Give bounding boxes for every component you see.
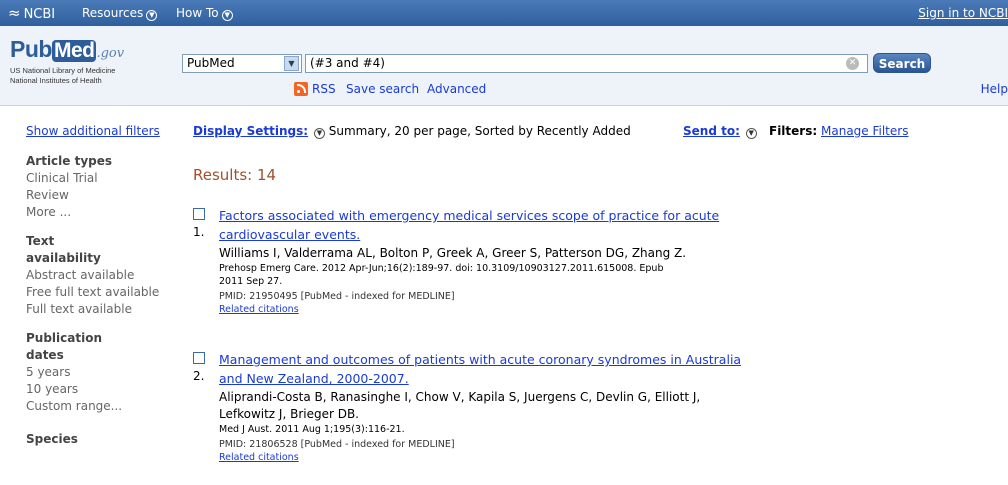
result-pmid: PMID: 21950495 [PubMed - indexed for MED… bbox=[219, 291, 455, 302]
ncbi-label: NCBI bbox=[23, 7, 56, 22]
filter-group-title: Article types bbox=[26, 154, 113, 168]
filter-option[interactable]: Clinical Trial bbox=[26, 170, 176, 187]
rss-icon[interactable] bbox=[294, 82, 308, 96]
filter-option[interactable]: 5 years bbox=[26, 364, 176, 381]
rss-link[interactable]: RSS bbox=[312, 82, 336, 96]
logo-med: Med bbox=[51, 39, 97, 62]
send-to-menu[interactable]: Send to: ▼ bbox=[683, 124, 757, 139]
pubmed-logo[interactable]: PubMed .gov US National Library of Medici… bbox=[10, 36, 124, 86]
filter-option[interactable]: Custom range... bbox=[26, 398, 176, 415]
ncbi-logo-icon: ≈ bbox=[8, 4, 21, 22]
advanced-link[interactable]: Advanced bbox=[427, 82, 486, 96]
result-body: Management and outcomes of patients with… bbox=[219, 350, 759, 464]
display-settings-link[interactable]: Display Settings: bbox=[193, 124, 308, 138]
result-title-line: Factors associated with emergency medica… bbox=[219, 208, 720, 223]
result-checkbox[interactable] bbox=[193, 352, 205, 364]
pubmed-header: PubMed .gov US National Library of Medici… bbox=[0, 26, 1008, 106]
filter-group-species: Species bbox=[26, 431, 176, 448]
chevron-down-icon[interactable]: ▼ bbox=[745, 128, 757, 139]
chevron-down-icon[interactable]: ▼ bbox=[313, 128, 325, 139]
show-additional-filters-link[interactable]: Show additional filters bbox=[26, 124, 176, 138]
filters-label: Filters: bbox=[769, 124, 818, 138]
filters-bar: Filters: Manage Filters bbox=[769, 124, 908, 138]
chevron-down-icon[interactable]: ▼ bbox=[284, 56, 299, 71]
result-title-link[interactable]: Factors associated with emergency medica… bbox=[219, 206, 759, 244]
logo-pub: Pub bbox=[10, 36, 52, 62]
result-number: 1. bbox=[193, 225, 205, 239]
filter-option[interactable]: Free full text available bbox=[26, 284, 176, 301]
result-journal-line: Prehosp Emerg Care. 2012 Apr-Jun;16(2):1… bbox=[219, 263, 664, 274]
result-number: 2. bbox=[193, 369, 205, 383]
result-journal-line: 2011 Sep 27. bbox=[219, 276, 283, 287]
clear-icon[interactable]: ✕ bbox=[846, 57, 859, 70]
filter-group-title: Text availability bbox=[26, 234, 101, 265]
filter-option[interactable]: Abstract available bbox=[26, 267, 176, 284]
result-journal: Med J Aust. 2011 Aug 1;195(3):116-21. bbox=[219, 424, 405, 435]
filter-option[interactable]: Full text available bbox=[26, 301, 176, 318]
ncbi-top-bar: ≈ NCBI Resources ▼ How To ▼ Sign in to NCBI bbox=[0, 0, 1008, 26]
logo-subtitle-nlm: US National Library of Medicine bbox=[10, 66, 116, 75]
filter-group-publication-dates: Publication dates 5 years 10 years Custo… bbox=[26, 330, 176, 415]
logo-gov: .gov bbox=[96, 46, 125, 61]
result-title-line: Management and outcomes of patients with… bbox=[219, 352, 742, 367]
result-title-link[interactable]: Management and outcomes of patients with… bbox=[219, 350, 759, 388]
database-select[interactable]: PubMed ▼ bbox=[182, 54, 302, 73]
display-settings-value: Summary, 20 per page, Sorted by Recently… bbox=[328, 124, 631, 138]
sign-in-link[interactable]: Sign in to NCBI bbox=[918, 6, 1008, 20]
related-citations-link[interactable]: Related citations bbox=[219, 303, 759, 316]
filter-sidebar: Show additional filters Article types Cl… bbox=[26, 124, 176, 460]
result-authors: Williams I, Valderrama AL, Bolton P, Gre… bbox=[219, 246, 687, 260]
related-citations-link[interactable]: Related citations bbox=[219, 451, 759, 464]
manage-filters-link[interactable]: Manage Filters bbox=[821, 124, 908, 138]
result-title-line: cardiovascular events. bbox=[219, 227, 361, 242]
filter-group-text-availability: Text availability Abstract available Fre… bbox=[26, 233, 176, 318]
results-count: Results: 14 bbox=[193, 166, 277, 184]
filter-group-title: Publication dates bbox=[26, 331, 103, 362]
result-checkbox[interactable] bbox=[193, 208, 205, 220]
search-button[interactable]: Search bbox=[873, 53, 931, 73]
search-input[interactable]: (#3 and #4) bbox=[305, 54, 868, 73]
result-pmid: PMID: 21806528 [PubMed - indexed for MED… bbox=[219, 439, 455, 450]
ncbi-home-link[interactable]: ≈ NCBI bbox=[8, 4, 55, 22]
filter-option[interactable]: Review bbox=[26, 187, 176, 204]
display-settings-bar: Display Settings: ▼ Summary, 20 per page… bbox=[193, 124, 631, 139]
help-link[interactable]: Help bbox=[981, 82, 1008, 96]
filter-group-article-types: Article types Clinical Trial Review More… bbox=[26, 153, 176, 221]
filter-group-title: Species bbox=[26, 432, 78, 446]
send-to-label[interactable]: Send to: bbox=[683, 124, 740, 138]
result-body: Factors associated with emergency medica… bbox=[219, 206, 759, 316]
result-title-line: and New Zealand, 2000-2007. bbox=[219, 371, 409, 386]
save-search-link[interactable]: Save search bbox=[346, 82, 419, 96]
howto-menu[interactable]: How To ▼ bbox=[176, 6, 233, 21]
result-authors-line: Aliprandi-Costa B, Ranasinghe I, Chow V,… bbox=[219, 390, 701, 404]
result-authors: Aliprandi-Costa B, Ranasinghe I, Chow V,… bbox=[219, 389, 759, 423]
result-authors-line: Lefkowitz J, Brieger DB. bbox=[219, 407, 359, 421]
result-journal: Prehosp Emerg Care. 2012 Apr-Jun;16(2):1… bbox=[219, 262, 759, 288]
howto-label: How To bbox=[176, 6, 219, 20]
search-query-text: (#3 and #4) bbox=[310, 56, 385, 70]
chevron-down-icon: ▼ bbox=[146, 10, 158, 21]
filter-option-more[interactable]: More ... bbox=[26, 204, 176, 221]
chevron-down-icon: ▼ bbox=[221, 10, 233, 21]
database-value: PubMed bbox=[187, 56, 235, 70]
filter-option[interactable]: 10 years bbox=[26, 381, 176, 398]
resources-label: Resources bbox=[82, 6, 144, 20]
logo-subtitle-nih: National Institutes of Health bbox=[10, 76, 102, 85]
resources-menu[interactable]: Resources ▼ bbox=[82, 6, 158, 21]
